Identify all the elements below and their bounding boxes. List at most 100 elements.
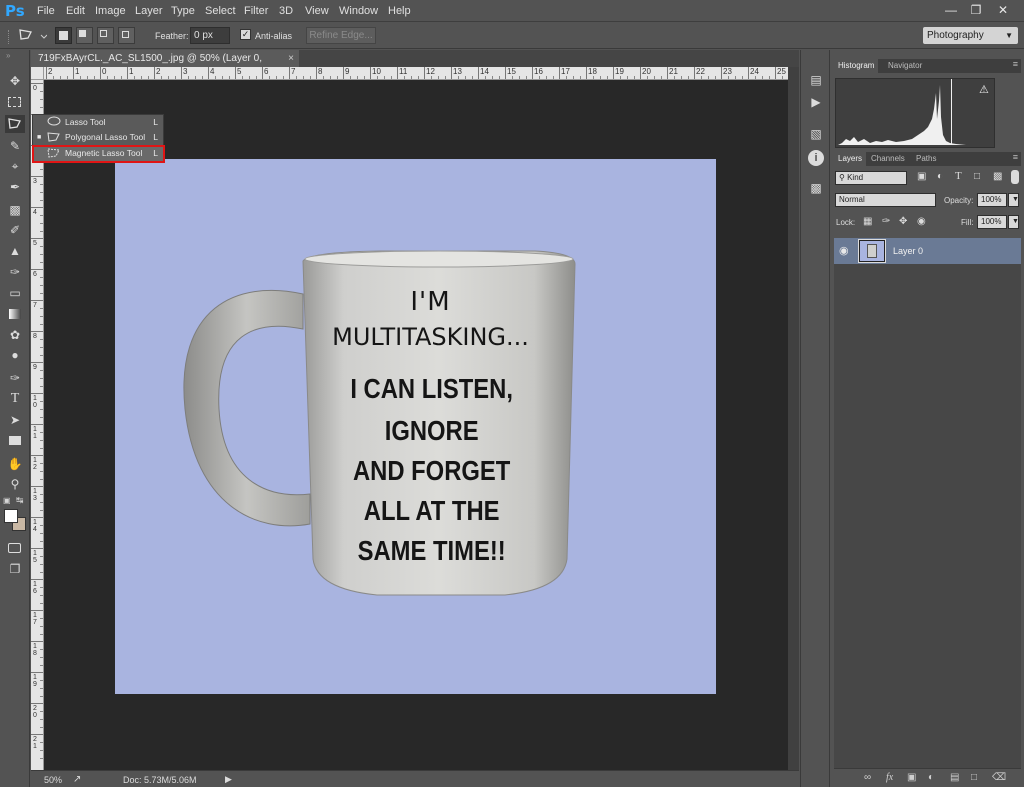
pen-tool-icon[interactable]: ✑ xyxy=(5,369,25,387)
add-mask-icon[interactable]: ▣ xyxy=(907,772,916,783)
workspace-dropdown[interactable]: Photography ▼ xyxy=(923,27,1018,44)
type-tool-icon[interactable]: T xyxy=(5,390,25,408)
adjustments-icon[interactable]: ▧ xyxy=(808,126,824,142)
tab-paths[interactable]: Paths xyxy=(912,152,940,166)
intersect-selection-button[interactable] xyxy=(118,27,135,44)
actions-play-icon[interactable]: ▶ xyxy=(808,94,824,110)
panel-menu-icon[interactable]: ≡ xyxy=(1013,152,1018,162)
document-image[interactable]: I'M MULTITASKING... I CAN LISTEN, IGNORE… xyxy=(115,159,716,694)
marquee-tool-icon[interactable] xyxy=(5,93,25,111)
quick-selection-tool-icon[interactable]: ✎ xyxy=(5,137,25,155)
tool-preset-picker[interactable] xyxy=(17,27,48,45)
eraser-tool-icon[interactable]: ▭ xyxy=(5,284,25,302)
hand-tool-icon[interactable]: ✋ xyxy=(5,455,25,473)
menu-help[interactable]: Help xyxy=(388,5,411,17)
minimize-icon[interactable]: — xyxy=(940,2,962,18)
menu-filter[interactable]: Filter xyxy=(244,5,268,17)
new-selection-button[interactable] xyxy=(55,27,72,44)
filter-toggle-switch[interactable] xyxy=(1011,170,1019,184)
blend-mode-dropdown[interactable]: Normal xyxy=(835,193,936,207)
gradient-tool-icon[interactable] xyxy=(5,305,25,323)
menu-select[interactable]: Select xyxy=(205,5,236,17)
ruler-origin[interactable] xyxy=(31,67,44,80)
fill-input[interactable]: 100% xyxy=(977,215,1007,229)
zoom-level[interactable]: 50% xyxy=(44,775,62,785)
delete-layer-icon[interactable]: ⌫ xyxy=(992,772,1006,783)
adjustment-filter-icon[interactable]: ◐ xyxy=(937,171,943,182)
tab-channels[interactable]: Channels xyxy=(867,152,909,166)
opacity-dropdown-icon[interactable]: ▼ xyxy=(1008,193,1019,207)
vertical-ruler[interactable]: 01234567891 01 11 21 31 41 51 61 71 81 9… xyxy=(31,80,44,770)
zoom-tool-icon[interactable]: ⚲ xyxy=(5,475,25,493)
default-colors-icon[interactable]: ▣ xyxy=(3,496,11,505)
eyedropper-tool-icon[interactable]: ✒ xyxy=(5,178,25,196)
menu-view[interactable]: View xyxy=(305,5,329,17)
lock-position-icon[interactable]: ✥ xyxy=(899,216,907,227)
layer-name[interactable]: Layer 0 xyxy=(893,246,923,256)
refine-edge-button[interactable]: Refine Edge... xyxy=(306,27,376,44)
restore-icon[interactable]: ❐ xyxy=(965,2,987,18)
new-group-icon[interactable]: ▤ xyxy=(950,772,959,783)
properties-icon[interactable]: ▩ xyxy=(808,180,824,196)
close-tab-icon[interactable]: × xyxy=(288,50,294,67)
collapse-icon[interactable]: » xyxy=(6,51,10,60)
clone-stamp-tool-icon[interactable]: ▲ xyxy=(5,242,25,260)
link-layers-icon[interactable]: ∞ xyxy=(864,772,871,783)
quick-mask-icon[interactable] xyxy=(5,539,25,557)
dodge-tool-icon[interactable]: ● xyxy=(5,346,25,364)
lock-transparent-icon[interactable]: ▦ xyxy=(863,216,872,227)
pixel-filter-icon[interactable]: ▣ xyxy=(917,171,926,182)
shape-filter-icon[interactable]: □ xyxy=(974,171,980,182)
document-tab[interactable]: 719FxBAyrCL._AC_SL1500_.jpg @ 50% (Layer… xyxy=(31,50,299,81)
feather-input[interactable]: 0 px xyxy=(190,27,230,44)
lasso-tool-icon[interactable] xyxy=(5,115,25,133)
brush-tool-icon[interactable]: ✐ xyxy=(5,221,25,239)
panel-menu-icon[interactable]: ≡ xyxy=(1013,59,1018,69)
blur-tool-icon[interactable]: ✿ xyxy=(5,326,25,344)
tab-histogram[interactable]: Histogram xyxy=(834,59,879,73)
flyout-item-magnetic-lasso[interactable]: Magnetic Lasso Tool L xyxy=(32,145,165,163)
flyout-item-polygonal-lasso[interactable]: ■ Polygonal Lasso Tool L xyxy=(33,130,164,145)
info-panel-icon[interactable]: i xyxy=(808,150,824,166)
rectangle-tool-icon[interactable] xyxy=(5,432,25,450)
opacity-input[interactable]: 100% xyxy=(977,193,1007,207)
smart-object-filter-icon[interactable]: ▩ xyxy=(993,171,1002,182)
canvas-area[interactable]: I'M MULTITASKING... I CAN LISTEN, IGNORE… xyxy=(44,80,788,770)
layer-style-icon[interactable]: fx xyxy=(886,772,893,783)
tab-layers[interactable]: Layers xyxy=(834,152,867,166)
lock-image-icon[interactable]: ✑ xyxy=(882,216,890,227)
history-icon[interactable]: ▤ xyxy=(808,72,824,88)
type-filter-icon[interactable]: T xyxy=(955,170,962,182)
flyout-item-lasso[interactable]: Lasso Tool L xyxy=(33,115,164,130)
menu-layer[interactable]: Layer xyxy=(135,5,163,17)
move-tool-icon[interactable]: ✥ xyxy=(5,72,25,90)
layer-thumbnail[interactable] xyxy=(858,239,886,263)
new-layer-icon[interactable]: □ xyxy=(971,772,977,783)
add-to-selection-button[interactable] xyxy=(76,27,93,44)
menu-image[interactable]: Image xyxy=(95,5,126,17)
menu-type[interactable]: Type xyxy=(171,5,195,17)
filter-kind-dropdown[interactable]: ⚲ Kind xyxy=(835,171,907,185)
path-selection-tool-icon[interactable]: ➤ xyxy=(5,411,25,429)
layer-row[interactable]: ◉ Layer 0 xyxy=(834,238,1021,264)
menu-window[interactable]: Window xyxy=(339,5,378,17)
status-menu-arrow-icon[interactable]: ▶ xyxy=(225,774,232,785)
share-icon[interactable]: ↗ xyxy=(73,774,81,785)
close-icon[interactable]: ✕ xyxy=(992,2,1014,18)
adjustment-layer-icon[interactable]: ◐ xyxy=(928,772,934,783)
swap-colors-icon[interactable]: ↹ xyxy=(16,495,24,506)
anti-alias-checkbox[interactable]: ✓ xyxy=(240,29,251,40)
menu-file[interactable]: File xyxy=(37,5,55,17)
eye-icon[interactable]: ◉ xyxy=(839,244,849,257)
fill-dropdown-icon[interactable]: ▼ xyxy=(1008,215,1019,229)
foreground-color-swatch[interactable] xyxy=(4,509,18,523)
warning-icon[interactable]: ⚠ xyxy=(979,83,989,96)
subtract-from-selection-button[interactable] xyxy=(97,27,114,44)
healing-brush-tool-icon[interactable]: ▩ xyxy=(5,201,25,219)
tab-navigator[interactable]: Navigator xyxy=(884,59,926,73)
history-brush-tool-icon[interactable]: ✑ xyxy=(5,263,25,281)
vertical-scrollbar[interactable] xyxy=(788,67,799,770)
screen-mode-icon[interactable]: ❐ xyxy=(5,560,25,578)
lock-all-icon[interactable]: ◉ xyxy=(917,216,926,227)
crop-tool-icon[interactable]: ⌖ xyxy=(5,157,25,175)
